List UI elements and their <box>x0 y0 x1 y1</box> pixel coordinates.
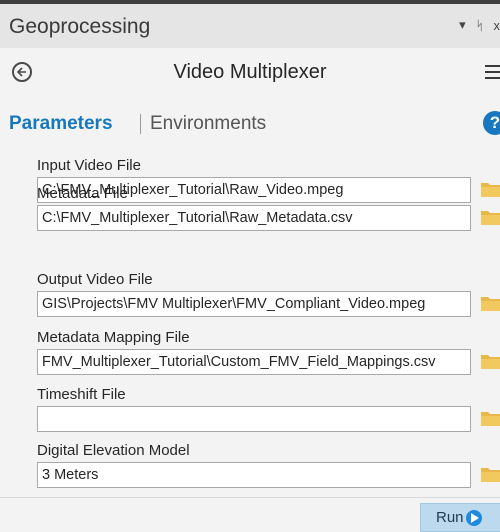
param-label: Timeshift File <box>37 386 126 403</box>
tool-header: Video Multiplexer <box>0 48 500 100</box>
folder-browse-icon[interactable] <box>481 295 500 311</box>
tab-divider <box>140 114 141 134</box>
pane-controls: ▾ ᛋ x <box>459 17 500 33</box>
folder-browse-icon[interactable] <box>481 410 500 426</box>
timeshift-file-field[interactable] <box>37 406 471 432</box>
param-label: Output Video File <box>37 271 153 288</box>
param-metadata-mapping-file: Metadata Mapping File FMV_Multiplexer_Tu… <box>37 328 500 375</box>
metadata-mapping-file-field[interactable]: FMV_Multiplexer_Tutorial\Custom_FMV_Fiel… <box>37 349 471 375</box>
metadata-file-field[interactable]: C:\FMV_Multiplexer_Tutorial\Raw_Metadata… <box>37 205 471 231</box>
folder-browse-icon[interactable] <box>481 209 500 225</box>
digital-elevation-model-field[interactable]: 3 Meters <box>37 462 471 488</box>
folder-browse-icon[interactable] <box>481 353 500 369</box>
close-icon[interactable]: x <box>494 18 500 33</box>
param-digital-elevation-model: Digital Elevation Model 3 Meters <box>37 441 500 488</box>
tool-title: Video Multiplexer <box>173 61 327 83</box>
run-button[interactable]: Run <box>420 503 500 532</box>
pane-title-bar: Geoprocessing ▾ ᛋ x <box>0 0 500 48</box>
run-play-icon[interactable] <box>466 510 482 526</box>
tool-tabs: Parameters Environments ? <box>0 100 500 144</box>
output-video-file-field[interactable]: GIS\Projects\FMV Multiplexer\FMV_Complia… <box>37 291 471 317</box>
footer-divider <box>0 497 500 498</box>
tab-environments[interactable]: Environments <box>150 113 266 135</box>
run-button-label: Run <box>436 509 464 526</box>
param-output-video-file: Output Video File GIS\Projects\FMV Multi… <box>37 270 500 317</box>
dropdown-arrow-icon[interactable]: ▾ <box>459 17 466 33</box>
param-timeshift-file: Timeshift File <box>37 385 500 432</box>
param-label: Metadata File <box>37 185 128 202</box>
param-label: Input Video File <box>37 157 141 174</box>
param-input-video-file: Input Video File C:\FMV_Multiplexer_Tuto… <box>37 156 500 203</box>
geoprocessing-pane: Geoprocessing ▾ ᛋ x Video Multiplexer Pa… <box>0 0 500 532</box>
folder-browse-icon[interactable] <box>481 466 500 482</box>
tab-parameters[interactable]: Parameters <box>9 113 113 135</box>
param-label: Metadata Mapping File <box>37 329 190 346</box>
hamburger-menu-icon[interactable] <box>485 65 500 83</box>
param-label: Digital Elevation Model <box>37 442 190 459</box>
param-metadata-file: Metadata File C:\FMV_Multiplexer_Tutoria… <box>37 184 500 231</box>
pin-icon[interactable]: ᛋ <box>476 18 484 33</box>
help-icon[interactable]: ? <box>483 111 500 135</box>
pane-title: Geoprocessing <box>9 15 151 38</box>
